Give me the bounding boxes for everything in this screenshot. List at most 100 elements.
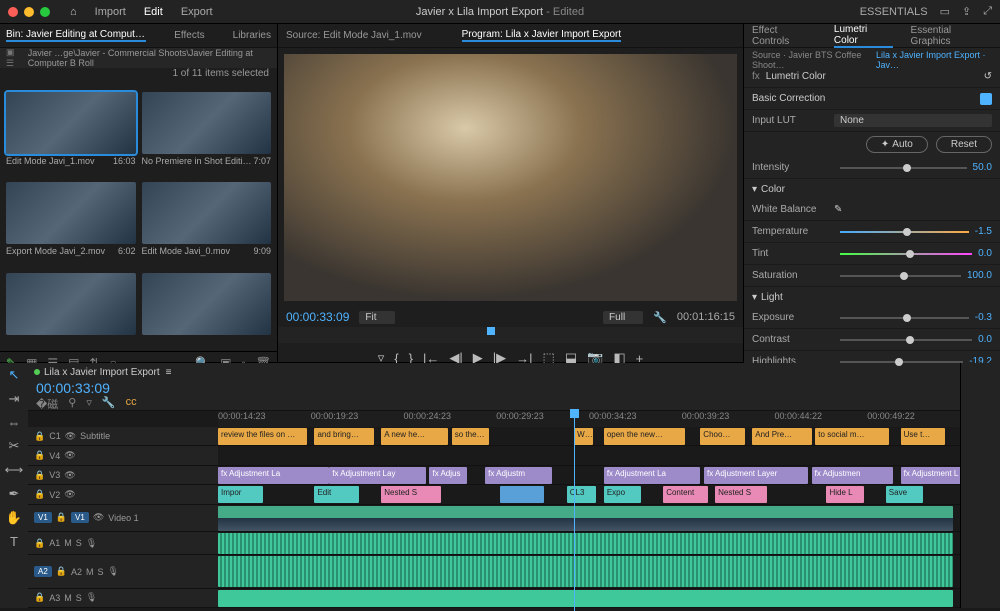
caption-clip[interactable]: so the… xyxy=(452,428,489,445)
menu-edit[interactable]: Edit xyxy=(144,6,163,18)
temp-value[interactable]: -1.5 xyxy=(975,226,992,237)
adjustment-clip[interactable]: fx Adjus xyxy=(429,467,466,484)
chevron-down-icon[interactable]: ▾ xyxy=(752,184,757,195)
adjustment-clip[interactable]: fx Adjustment La xyxy=(604,467,700,484)
monitor-ruler[interactable] xyxy=(278,327,743,343)
hand-tool-icon[interactable]: ✋ xyxy=(6,510,22,526)
chevron-down-icon[interactable]: ▾ xyxy=(752,292,757,303)
workspace-label[interactable]: ESSENTIALS xyxy=(860,6,928,18)
link-icon[interactable]: ⚲ xyxy=(68,396,76,412)
nested-clip[interactable]: Nested S xyxy=(381,486,440,503)
highlights-slider[interactable] xyxy=(840,361,963,363)
tab-effect-controls[interactable]: Effect Controls xyxy=(752,25,816,47)
program-tab[interactable]: Program: Lila x Javier Import Export xyxy=(462,29,622,42)
source-tab[interactable]: Source: Edit Mode Javi_1.mov xyxy=(286,30,422,41)
intensity-slider[interactable] xyxy=(840,167,967,169)
sat-value[interactable]: 100.0 xyxy=(967,270,992,281)
razor-tool-icon[interactable]: ✂ xyxy=(9,438,20,454)
clip-thumb[interactable] xyxy=(142,273,272,345)
reset-fx-icon[interactable]: ↺ xyxy=(984,71,992,82)
program-viewer[interactable] xyxy=(284,54,737,301)
nested-clip[interactable] xyxy=(500,486,545,503)
reset-button[interactable]: Reset xyxy=(936,136,992,153)
timeline-ruler[interactable]: 00:00:14:2300:00:19:2300:00:24:2300:00:2… xyxy=(218,411,960,427)
nested-clip[interactable]: Expo xyxy=(604,486,641,503)
tab-lumetri-color[interactable]: Lumetri Color xyxy=(834,24,893,48)
nested-clip[interactable]: Edit xyxy=(314,486,359,503)
auto-button[interactable]: ✦Auto xyxy=(866,136,928,153)
caption-clip[interactable]: and bring… xyxy=(314,428,373,445)
fit-dropdown[interactable]: Fit xyxy=(359,311,394,324)
caption-clip[interactable]: Choo… xyxy=(700,428,745,445)
home-icon[interactable]: ⌂ xyxy=(70,6,77,18)
exposure-slider[interactable] xyxy=(840,317,969,319)
tab-effects[interactable]: Effects xyxy=(174,30,204,41)
caption-clip[interactable]: open the new… xyxy=(604,428,686,445)
nested-clip[interactable]: CL3 xyxy=(567,486,597,503)
nested-clip[interactable]: Impor xyxy=(218,486,263,503)
timecode-left[interactable]: 00:00:33:09 xyxy=(286,310,349,324)
caption-clip[interactable]: review the files on … xyxy=(218,428,307,445)
exposure-value[interactable]: -0.3 xyxy=(975,312,992,323)
tab-essential-graphics[interactable]: Essential Graphics xyxy=(911,25,992,47)
section-basic[interactable]: Basic Correction xyxy=(752,93,825,104)
tint-slider[interactable] xyxy=(840,253,972,255)
seq-link[interactable]: Lila x Javier Import Export · Jav… xyxy=(876,50,992,64)
caption-clip[interactable]: to social m… xyxy=(815,428,889,445)
pen-tool-icon[interactable]: ✒ xyxy=(9,486,20,502)
nested-clip[interactable]: Nested S xyxy=(715,486,767,503)
caption-clip[interactable]: W… xyxy=(574,428,593,445)
nested-clip[interactable]: Save xyxy=(886,486,923,503)
tab-bin[interactable]: Bin: Javier Editing at Computer B Roll xyxy=(6,29,146,42)
wrench-icon[interactable]: 🔧 xyxy=(653,311,667,324)
adjustment-clip[interactable]: fx Adjustment L xyxy=(901,467,960,484)
menu-export[interactable]: Export xyxy=(181,6,213,18)
close-window[interactable] xyxy=(8,7,18,17)
caption-clip[interactable]: Use t… xyxy=(901,428,946,445)
menu-import[interactable]: Import xyxy=(95,6,126,18)
full-dropdown[interactable]: Full xyxy=(603,311,643,324)
nested-clip[interactable]: Hide L xyxy=(826,486,863,503)
clip-thumb[interactable] xyxy=(6,273,136,345)
marker-icon[interactable]: ▿ xyxy=(86,396,92,412)
contrast-value[interactable]: 0.0 xyxy=(978,334,992,345)
selection-tool-icon[interactable]: ↖ xyxy=(9,367,20,383)
tab-libraries[interactable]: Libraries xyxy=(233,30,271,41)
section-color[interactable]: Color xyxy=(761,184,785,195)
timeline-timecode[interactable]: 00:00:33:09 xyxy=(28,380,218,396)
adjustment-clip[interactable]: fx Adjustment La xyxy=(218,467,329,484)
clip-thumb[interactable]: Edit Mode Javi_1.mov16:03 xyxy=(6,92,136,176)
intensity-value[interactable]: 50.0 xyxy=(973,162,992,173)
playhead[interactable] xyxy=(574,411,575,611)
section-light[interactable]: Light xyxy=(761,292,783,303)
ripple-tool-icon[interactable]: ⇔ xyxy=(8,415,21,430)
clip-thumb[interactable]: No Premiere in Shot Editi…7:07 xyxy=(142,92,272,176)
sequence-tab[interactable]: Lila x Javier Import Export ≡ xyxy=(28,363,960,381)
settings-icon[interactable]: 🔧 xyxy=(102,396,116,412)
breadcrumb[interactable]: ▣ ☰ Javier …ge\Javier - Commercial Shoot… xyxy=(0,48,277,68)
fx-badge[interactable]: fx xyxy=(752,71,760,82)
tint-value[interactable]: 0.0 xyxy=(978,248,992,259)
eyedropper-icon[interactable]: ✎ xyxy=(834,204,842,215)
adjustment-clip[interactable]: fx Adjustment Lay xyxy=(329,467,425,484)
temp-slider[interactable] xyxy=(840,231,969,233)
snap-icon[interactable]: �磁 xyxy=(36,396,58,412)
caption-clip[interactable]: And Pre… xyxy=(752,428,811,445)
lut-dropdown[interactable]: None xyxy=(834,114,992,127)
workspace-icon[interactable]: ▭ xyxy=(940,5,950,18)
adjustment-clip[interactable]: fx Adjustmen xyxy=(812,467,894,484)
clip-thumb[interactable]: Edit Mode Javi_0.mov9:09 xyxy=(142,182,272,266)
caption-clip[interactable]: A new he… xyxy=(381,428,448,445)
slip-tool-icon[interactable]: ⟷ xyxy=(5,462,24,478)
tab-menu-icon[interactable]: ≡ xyxy=(166,367,172,378)
adjustment-clip[interactable]: fx Adjustment Layer xyxy=(704,467,808,484)
fullscreen-icon[interactable]: ⤢ xyxy=(983,5,992,18)
track-select-icon[interactable]: ⇥ xyxy=(9,391,20,407)
contrast-slider[interactable] xyxy=(840,339,972,341)
adjustment-clip[interactable]: fx Adjustm xyxy=(485,467,552,484)
clip-thumb[interactable]: Export Mode Javi_2.mov6:02 xyxy=(6,182,136,266)
nested-clip[interactable]: Content xyxy=(663,486,708,503)
caption-icon[interactable]: cc xyxy=(126,396,137,412)
minimize-window[interactable] xyxy=(24,7,34,17)
maximize-window[interactable] xyxy=(40,7,50,17)
